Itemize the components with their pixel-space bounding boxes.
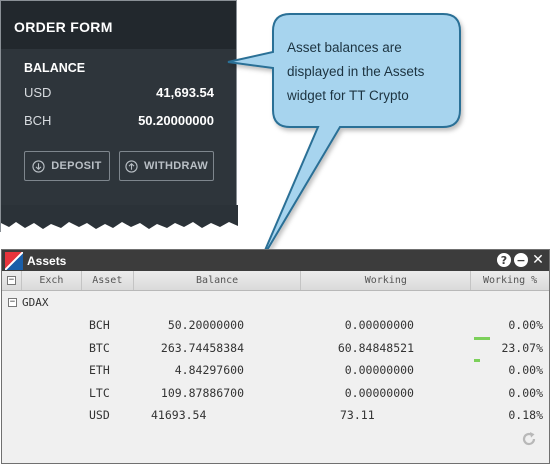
working-pct-bar	[474, 336, 490, 340]
deposit-icon	[32, 159, 45, 173]
cell-working: 0.00000000	[344, 363, 414, 377]
withdraw-label: WITHDRAW	[143, 160, 209, 172]
balance-row-usd: USD 41,693.54	[24, 85, 214, 100]
balance-label: BCH	[24, 113, 52, 128]
withdraw-button[interactable]: WITHDRAW	[119, 151, 214, 181]
order-form-panel: ORDER FORM BALANCE USD 41,693.54 BCH 50.…	[0, 0, 238, 233]
working-pct-bar	[474, 359, 480, 362]
close-icon[interactable]: ✕	[531, 253, 545, 267]
assets-title-bar[interactable]: Assets ? − ✕	[2, 250, 549, 271]
cell-working: 0.00000000	[344, 385, 414, 400]
cell-asset: USD	[89, 408, 110, 422]
deposit-button[interactable]: DEPOSIT	[24, 151, 110, 181]
cell-working-pct: 0.18%	[508, 408, 543, 422]
torn-edge	[1, 205, 238, 233]
cell-balance: 4.84297600	[174, 363, 244, 377]
column-header-exch[interactable]: Exch	[21, 271, 82, 290]
collapse-all-toggle[interactable]: −	[2, 271, 22, 290]
table-row[interactable]: ETH 4.84297600 0.00000000 0.00%	[2, 358, 549, 381]
cell-asset: ETH	[89, 363, 110, 377]
cell-working-pct: 0.00%	[508, 318, 543, 332]
collapse-group-icon[interactable]: −	[8, 297, 17, 307]
help-icon[interactable]: ?	[497, 253, 511, 267]
group-row-gdax[interactable]: − GDAX	[2, 291, 549, 313]
minimize-icon[interactable]: −	[514, 253, 528, 267]
withdraw-icon	[125, 159, 138, 173]
group-name: GDAX	[22, 295, 49, 309]
deposit-label: DEPOSIT	[51, 160, 102, 172]
table-row[interactable]: BCH 50.20000000 0.00000000 0.00%	[2, 313, 549, 336]
balance-value: 41,693.54	[156, 85, 214, 100]
assets-title: Assets	[27, 253, 67, 268]
cell-working-pct: 0.00%	[508, 363, 543, 377]
balance-title: BALANCE	[24, 61, 86, 75]
cell-working: 60.84848521	[337, 340, 414, 355]
cell-asset: BCH	[89, 318, 110, 332]
column-header-working[interactable]: Working	[301, 271, 472, 290]
cell-asset: LTC	[89, 385, 110, 400]
cell-balance: 263.74458384	[160, 340, 244, 355]
balance-section: BALANCE USD 41,693.54 BCH 50.20000000 DE…	[1, 49, 236, 205]
cell-working-pct: 0.00%	[508, 385, 543, 400]
table-row[interactable]: USD 41693.54 73.11 0.18%	[2, 403, 549, 426]
minus-icon: −	[6, 275, 16, 285]
column-header-balance[interactable]: Balance	[133, 271, 302, 290]
cell-balance: 50.20000000	[167, 318, 244, 332]
refresh-icon[interactable]	[521, 431, 537, 447]
grid-header: − Exch Asset Balance Working Working %	[2, 271, 549, 291]
balance-value: 50.20000000	[138, 113, 214, 128]
table-row[interactable]: LTC 109.87886700 0.00000000 0.00%	[2, 381, 549, 404]
cell-working: 0.00000000	[344, 318, 414, 332]
tt-logo-icon	[5, 251, 23, 270]
assets-widget: Assets ? − ✕ − Exch Asset Balance Workin…	[1, 249, 550, 464]
cell-asset: BTC	[89, 340, 110, 355]
cell-working-pct: 23.07%	[501, 340, 543, 355]
table-row[interactable]: BTC 263.74458384 60.84848521 23.07%	[2, 336, 549, 359]
balance-label: USD	[24, 85, 52, 100]
cell-balance: 41693.54	[151, 408, 207, 422]
column-header-working-pct[interactable]: Working %	[471, 271, 549, 290]
order-form-title: ORDER FORM	[1, 1, 236, 49]
column-header-asset[interactable]: Asset	[81, 271, 134, 290]
cell-balance: 109.87886700	[160, 385, 244, 400]
callout-text: Asset balances are displayed in the Asse…	[287, 40, 425, 103]
cell-working: 73.11	[340, 408, 375, 422]
balance-row-bch: BCH 50.20000000	[24, 113, 214, 128]
